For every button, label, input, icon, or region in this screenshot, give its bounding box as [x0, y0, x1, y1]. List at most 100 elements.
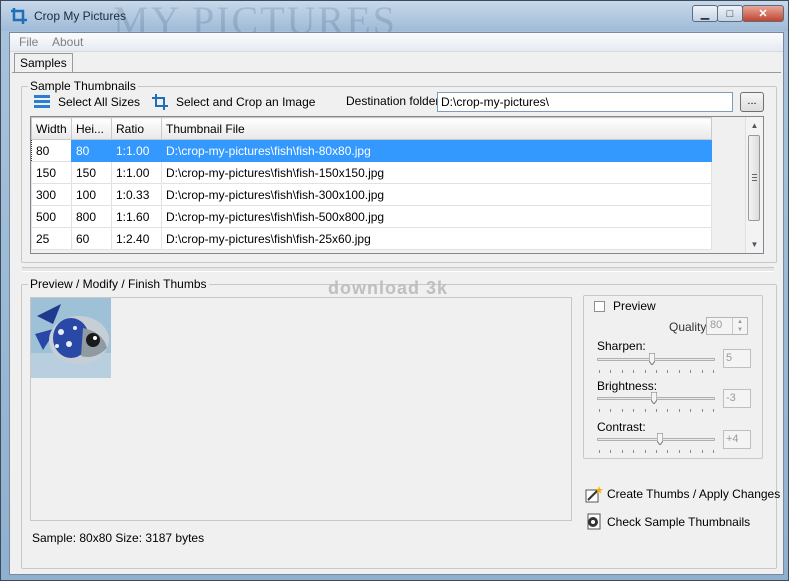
slider-tick: [701, 409, 703, 412]
tab-strip: Samples: [10, 52, 783, 73]
client-area: File About Samples Sample Thumbnails Sel…: [9, 32, 784, 575]
select-and-crop-button[interactable]: Select and Crop an Image: [152, 93, 315, 111]
slider-tick: [644, 409, 646, 412]
cell-height: 60: [71, 227, 112, 250]
table-row[interactable]: 150 150 1:1.00 D:\crop-my-pictures\fish\…: [31, 161, 712, 184]
table-row[interactable]: 80 80 1:1.00 D:\crop-my-pictures\fish\fi…: [31, 139, 712, 162]
slider-tick: [656, 409, 657, 412]
cell-file: D:\crop-my-pictures\fish\fish-150x150.jp…: [161, 161, 712, 184]
slider-tick: [656, 450, 657, 453]
slider-tick: [599, 450, 600, 453]
cell-file: D:\crop-my-pictures\fish\fish-300x100.jp…: [161, 183, 712, 206]
thumbnail-table: Width Hei... Ratio Thumbnail File 80 80 …: [31, 117, 712, 250]
column-header-width[interactable]: Width: [31, 117, 72, 140]
cell-width: 500: [31, 205, 72, 228]
slider-tick: [644, 450, 646, 453]
menu-bar: File About: [10, 33, 783, 52]
scroll-down-arrow-icon[interactable]: ▼: [746, 236, 763, 253]
table-row[interactable]: 500 800 1:1.60 D:\crop-my-pictures\fish\…: [31, 205, 712, 228]
cell-height: 800: [71, 205, 112, 228]
slider-tick: [610, 450, 612, 453]
contrast-value[interactable]: +4: [723, 430, 751, 449]
cell-width: 80: [31, 139, 72, 162]
spin-down-icon[interactable]: ▼: [733, 326, 747, 334]
section-splitter[interactable]: [22, 267, 774, 272]
window-title: Crop My Pictures: [34, 9, 127, 23]
table-header-row: Width Hei... Ratio Thumbnail File: [31, 117, 712, 140]
column-header-ratio[interactable]: Ratio: [111, 117, 162, 140]
sharpen-value[interactable]: 5: [723, 349, 751, 368]
slider-tick: [610, 409, 612, 412]
check-sample-thumbnails-label: Check Sample Thumbnails: [607, 515, 751, 529]
select-all-sizes-label: Select All Sizes: [58, 95, 141, 109]
sharpen-slider-thumb[interactable]: [649, 353, 656, 365]
brightness-slider-thumb[interactable]: [650, 392, 657, 404]
quality-spinner[interactable]: 80 ▲ ▼: [706, 317, 748, 335]
table-row[interactable]: 25 60 1:2.40 D:\crop-my-pictures\fish\fi…: [31, 227, 712, 250]
sample-status: Sample: 80x80 Size: 3187 bytes: [32, 531, 205, 545]
slider-tick: [633, 370, 635, 373]
contrast-label: Contrast:: [597, 420, 646, 434]
fish-thumbnail-image: [31, 298, 111, 378]
title-bar[interactable]: MY PICTURES Crop My Pictures ▁ □ ✕: [1, 0, 788, 43]
sharpen-label: Sharpen:: [597, 339, 646, 353]
slider-tick: [667, 370, 669, 373]
create-thumbs-button[interactable]: Create Thumbs / Apply Changes: [585, 485, 780, 505]
grip-icon: [752, 174, 757, 183]
cell-width: 300: [31, 183, 72, 206]
brightness-value[interactable]: -3: [723, 389, 751, 408]
close-button[interactable]: ✕: [742, 5, 784, 22]
cell-width: 150: [31, 161, 72, 184]
cell-width: 25: [31, 227, 72, 250]
thumbnail-list[interactable]: Width Hei... Ratio Thumbnail File 80 80 …: [30, 116, 764, 254]
column-header-thumbnail-file[interactable]: Thumbnail File: [161, 117, 712, 140]
app-window: MY PICTURES Crop My Pictures ▁ □ ✕ File …: [0, 0, 789, 581]
select-all-sizes-button[interactable]: Select All Sizes: [34, 93, 144, 111]
menu-about[interactable]: About: [52, 35, 83, 49]
menu-file[interactable]: File: [19, 35, 38, 49]
tab-samples[interactable]: Samples: [14, 53, 73, 73]
sharpen-slider[interactable]: [597, 358, 715, 361]
preview-label: Preview: [611, 299, 658, 313]
list-scrollbar[interactable]: ▲ ▼: [745, 117, 763, 253]
magic-wand-icon: [585, 486, 603, 503]
slider-tick: [678, 409, 680, 412]
quality-spin-buttons[interactable]: ▲ ▼: [732, 318, 747, 334]
slider-tick: [667, 409, 669, 412]
scroll-up-arrow-icon[interactable]: ▲: [746, 117, 763, 134]
browse-button[interactable]: ...: [740, 92, 764, 112]
destination-folder-input[interactable]: [437, 92, 733, 112]
slider-tick: [678, 450, 680, 453]
thumbnail-preview[interactable]: [30, 297, 572, 521]
list-icon: [34, 95, 50, 108]
slider-tick: [690, 409, 692, 412]
table-row[interactable]: 300 100 1:0.33 D:\crop-my-pictures\fish\…: [31, 183, 712, 206]
download-watermark: download 3k: [328, 278, 449, 298]
preview-checkbox[interactable]: [594, 301, 605, 312]
slider-tick: [621, 409, 623, 412]
preview-legend: Preview / Modify / Finish Thumbs: [30, 277, 207, 291]
slider-tick: [690, 450, 692, 453]
spin-up-icon[interactable]: ▲: [733, 318, 747, 326]
check-sample-thumbnails-button[interactable]: Check Sample Thumbnails: [585, 513, 775, 533]
slider-tick: [713, 450, 714, 453]
contrast-slider-thumb[interactable]: [656, 433, 663, 445]
create-thumbs-label: Create Thumbs / Apply Changes: [607, 487, 781, 501]
sample-thumbnails-legend: Sample Thumbnails: [30, 79, 136, 93]
quality-value: 80: [710, 319, 723, 331]
cell-ratio: 1:1.00: [111, 139, 162, 162]
crop-icon: [152, 94, 168, 110]
maximize-button[interactable]: □: [717, 5, 743, 22]
minimize-button[interactable]: ▁: [692, 5, 718, 22]
cell-file: D:\crop-my-pictures\fish\fish-25x60.jpg: [161, 227, 712, 250]
cell-ratio: 1:2.40: [111, 227, 162, 250]
slider-tick: [633, 409, 635, 412]
slider-tick: [610, 370, 612, 373]
cell-file: D:\crop-my-pictures\fish\fish-80x80.jpg: [161, 139, 712, 162]
cell-height: 150: [71, 161, 112, 184]
slider-tick: [701, 450, 703, 453]
scroll-thumb[interactable]: [748, 135, 760, 221]
slider-tick: [690, 370, 692, 373]
column-header-height[interactable]: Hei...: [71, 117, 112, 140]
brightness-label: Brightness:: [597, 379, 658, 393]
